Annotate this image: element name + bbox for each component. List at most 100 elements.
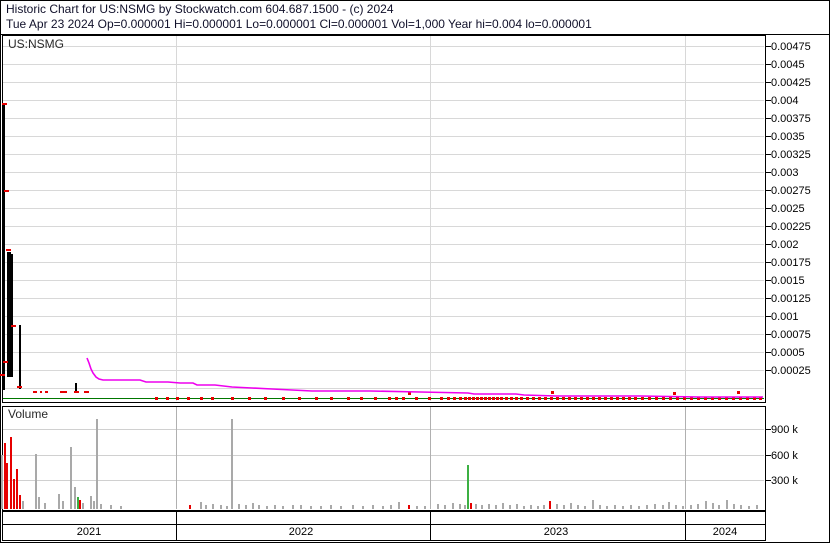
- year-label: 2021: [76, 526, 102, 538]
- volume-bar: [556, 504, 558, 509]
- price-axis-label: 0.0005: [771, 347, 805, 359]
- price-axis-label: 0.00275: [771, 185, 811, 197]
- price-axis-label: 0.00425: [771, 77, 811, 89]
- price-floor-dot: [515, 397, 518, 400]
- volume-bar: [96, 419, 98, 509]
- volume-bar: [502, 503, 504, 509]
- price-floor-dot: [464, 397, 467, 400]
- price-pane-border: [2, 35, 766, 403]
- price-floor-dot: [610, 397, 613, 400]
- price-floor-dot: [556, 397, 559, 400]
- price-floor-dot: [200, 397, 203, 400]
- price-floor-dot: [374, 397, 377, 400]
- volume-bar: [675, 505, 677, 509]
- volume-bar: [622, 506, 624, 509]
- volume-bar: [563, 505, 565, 509]
- volume-axis-label: 900 k: [771, 424, 798, 436]
- price-hilo-bar: [19, 325, 21, 389]
- price-floor-dot: [568, 397, 571, 400]
- price-floor-dot: [347, 397, 350, 400]
- volume-bar: [740, 505, 742, 509]
- price-axis-label: 0.00175: [771, 257, 811, 269]
- price-floor-dot: [459, 397, 462, 400]
- price-stray-dot: [673, 392, 676, 395]
- volume-bar: [470, 503, 472, 509]
- volume-bar: [437, 504, 439, 509]
- year-label: 2024: [712, 526, 738, 538]
- price-floor-dot: [532, 397, 535, 400]
- price-hilo-bar: [11, 254, 13, 377]
- price-floor-dot: [550, 397, 553, 400]
- volume-bar: [464, 505, 466, 509]
- price-stray-dot: [551, 391, 554, 394]
- volume-bar: [592, 500, 594, 509]
- stockwatch-historic-chart: Historic Chart for US:NSMG by Stockwatch…: [0, 0, 830, 543]
- volume-bar: [19, 495, 21, 509]
- price-hilo-bar: [75, 383, 77, 391]
- volume-bar: [537, 506, 539, 509]
- volume-bar: [690, 505, 692, 509]
- price-floor-dot: [447, 397, 450, 400]
- volume-bar: [712, 503, 714, 509]
- price-floor-dot: [562, 397, 565, 400]
- price-low-dash: [33, 391, 37, 393]
- volume-bar: [205, 505, 207, 509]
- price-hilo-bar: [9, 252, 11, 377]
- volume-bar: [274, 505, 276, 509]
- price-hilo-bar: [3, 104, 5, 390]
- volume-bar: [646, 505, 648, 509]
- price-floor-dot: [282, 397, 285, 400]
- price-axis-label: 0.003: [771, 167, 799, 179]
- volume-bar: [330, 505, 332, 509]
- price-axis-label: 0.0045: [771, 59, 805, 71]
- volume-bar: [13, 479, 15, 509]
- volume-bar: [630, 505, 632, 509]
- year-label: 2023: [543, 526, 569, 538]
- volume-bar: [452, 503, 454, 509]
- price-floor-dot: [415, 397, 418, 400]
- volume-bar: [82, 503, 84, 509]
- price-axis-label: 0.00325: [771, 149, 811, 161]
- price-stray-dot: [737, 391, 740, 394]
- volume-bar: [382, 506, 384, 509]
- volume-bar: [6, 463, 8, 509]
- volume-bar: [58, 494, 60, 509]
- volume-bar: [220, 505, 222, 509]
- volume-bar: [282, 506, 284, 509]
- volume-bar: [577, 505, 579, 509]
- price-floor-dot: [544, 397, 547, 400]
- volume-bar: [258, 505, 260, 509]
- volume-bar: [718, 505, 720, 509]
- volume-axis-label: 600 k: [771, 450, 798, 462]
- price-close-tick: [4, 190, 9, 192]
- price-floor-dot: [472, 397, 475, 400]
- volume-pane-border: [2, 406, 766, 511]
- volume-bar: [93, 501, 95, 509]
- price-floor-dot: [586, 397, 589, 400]
- price-floor-dot: [604, 397, 607, 400]
- volume-bar: [705, 501, 707, 509]
- volume-bar: [475, 504, 477, 509]
- price-floor-dot: [641, 397, 644, 400]
- price-low-dash: [60, 391, 67, 393]
- price-floor-dot: [166, 397, 169, 400]
- volume-bar: [79, 500, 81, 509]
- chart-canvas: [0, 0, 830, 543]
- price-floor-dot: [298, 397, 301, 400]
- volume-bar: [362, 506, 364, 509]
- volume-bar: [444, 505, 446, 509]
- price-floor-dot: [440, 397, 443, 400]
- volume-bar: [200, 502, 202, 509]
- volume-bar: [310, 506, 312, 509]
- volume-bar: [62, 501, 64, 509]
- price-floor-dot: [616, 397, 619, 400]
- price-floor-dot: [211, 397, 214, 400]
- price-floor-dot: [574, 397, 577, 400]
- volume-bar: [570, 503, 572, 509]
- price-axis-label: 0.00475: [771, 41, 811, 53]
- price-floor-dot: [648, 397, 651, 400]
- volume-bar: [100, 504, 102, 509]
- price-floor-dot: [176, 397, 179, 400]
- price-floor-dot: [505, 397, 508, 400]
- volume-bar: [245, 505, 247, 509]
